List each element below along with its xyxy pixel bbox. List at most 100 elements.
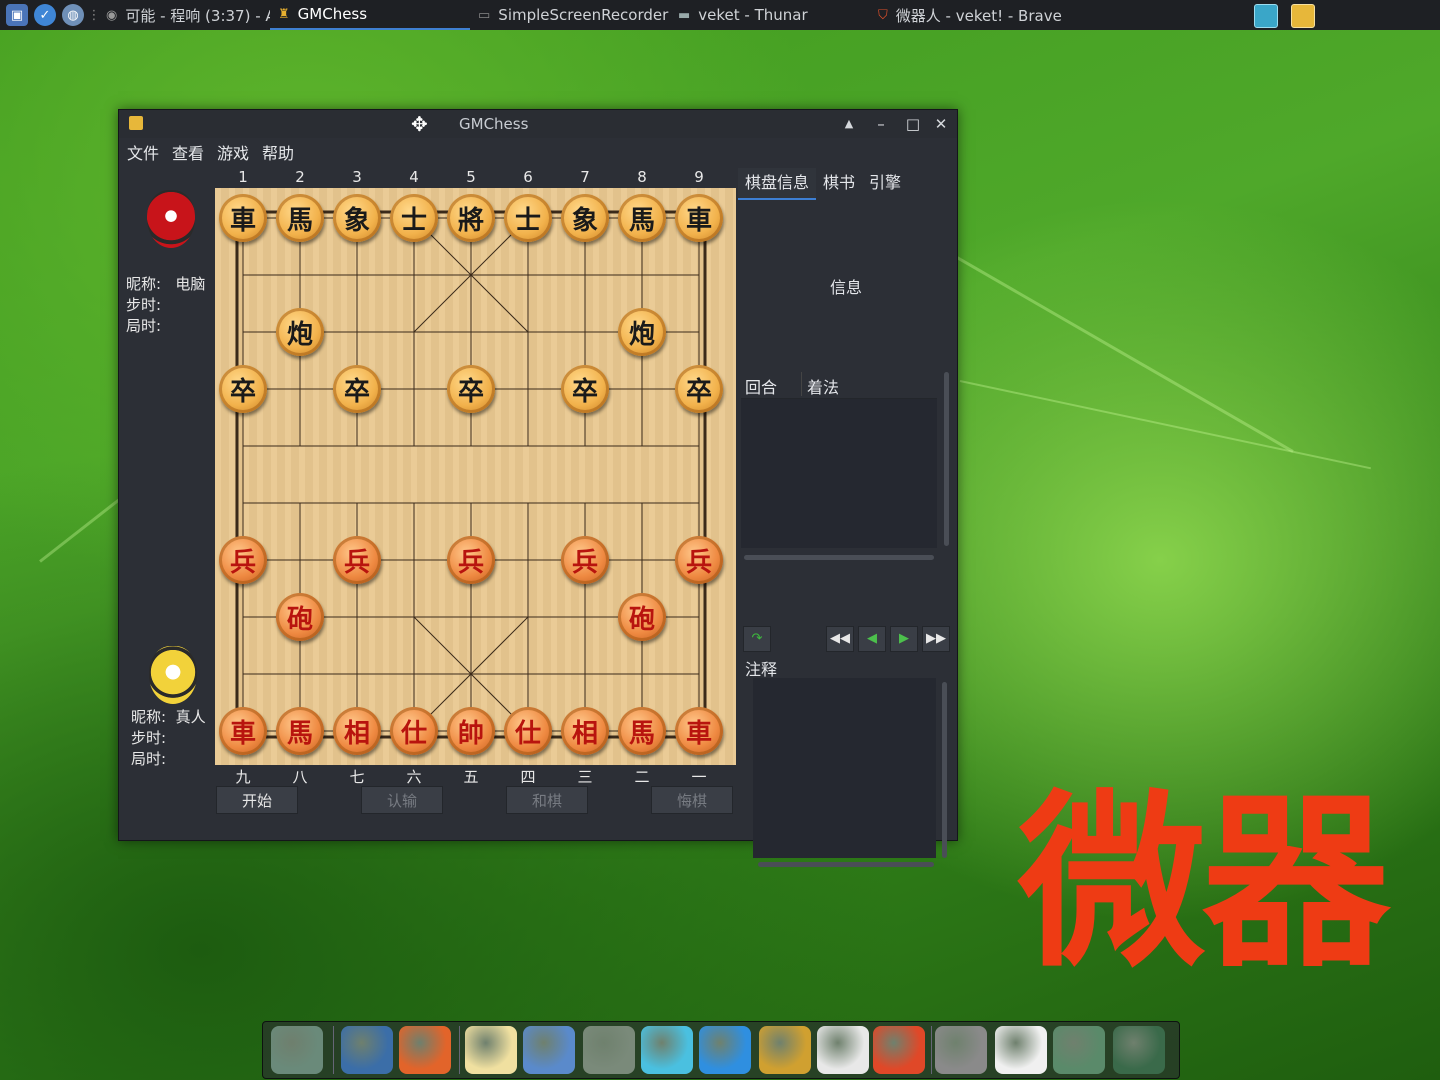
move-header[interactable]: 着法 bbox=[807, 374, 839, 398]
black-piece[interactable]: 卒 bbox=[333, 365, 381, 413]
black-piece[interactable]: 卒 bbox=[219, 365, 267, 413]
notes-scrollbar[interactable] bbox=[942, 682, 947, 858]
move-icon[interactable]: ✥ bbox=[411, 112, 428, 136]
black-piece[interactable]: 卒 bbox=[675, 365, 723, 413]
task-music[interactable]: ◉ 可能 - 程响 (3:37) - A··· bbox=[98, 0, 270, 30]
black-piece[interactable]: 馬 bbox=[276, 194, 324, 242]
screen-icon[interactable] bbox=[1254, 4, 1278, 28]
computer-icon[interactable] bbox=[341, 1026, 393, 1074]
menu-file[interactable]: 文件 bbox=[127, 140, 159, 164]
flip-button[interactable]: ↷ bbox=[743, 626, 771, 652]
round-header[interactable]: 回合 bbox=[745, 374, 777, 398]
next-move-button[interactable]: ▶ bbox=[890, 626, 918, 652]
red-piece[interactable]: 砲 bbox=[618, 593, 666, 641]
black-piece[interactable]: 車 bbox=[675, 194, 723, 242]
red-piece[interactable]: 兵 bbox=[561, 536, 609, 584]
black-piece[interactable]: 卒 bbox=[561, 365, 609, 413]
resign-button[interactable]: 认输 bbox=[361, 786, 443, 814]
first-move-button[interactable]: ◀◀ bbox=[826, 626, 854, 652]
red-piece[interactable]: 仕 bbox=[504, 707, 552, 755]
presentation-icon[interactable] bbox=[817, 1026, 869, 1074]
red-piece[interactable]: 兵 bbox=[447, 536, 495, 584]
globe-icon[interactable]: ◍ bbox=[62, 4, 84, 26]
red-piece[interactable]: 馬 bbox=[276, 707, 324, 755]
black-piece[interactable]: 士 bbox=[390, 194, 438, 242]
notes-area[interactable] bbox=[753, 678, 936, 858]
drive-icon[interactable] bbox=[935, 1026, 987, 1074]
task-thunar[interactable]: ▬ veket - Thunar bbox=[670, 0, 870, 30]
black-piece[interactable]: 車 bbox=[219, 194, 267, 242]
black-piece[interactable]: 將 bbox=[447, 194, 495, 242]
black-piece[interactable]: 炮 bbox=[618, 308, 666, 356]
rocket-icon[interactable] bbox=[873, 1026, 925, 1074]
black-piece[interactable]: 卒 bbox=[447, 365, 495, 413]
red-piece[interactable]: 帥 bbox=[447, 707, 495, 755]
red-piece[interactable]: 兵 bbox=[219, 536, 267, 584]
moves-list[interactable]: 回合 着法 bbox=[741, 368, 937, 548]
close-icon[interactable]: ✕ bbox=[931, 114, 951, 134]
black-piece[interactable]: 士 bbox=[504, 194, 552, 242]
task-recorder[interactable]: ▭ SimpleScreenRecorder bbox=[470, 0, 670, 30]
black-piece[interactable]: 象 bbox=[561, 194, 609, 242]
network-icon[interactable] bbox=[1053, 1026, 1105, 1074]
menu-game[interactable]: 游戏 bbox=[217, 140, 249, 164]
tab-board-info[interactable]: 棋盘信息 bbox=[738, 168, 817, 200]
red-piece[interactable]: 相 bbox=[333, 707, 381, 755]
red-piece[interactable]: 兵 bbox=[675, 536, 723, 584]
text-editor-icon[interactable] bbox=[465, 1026, 517, 1074]
maximize-icon[interactable]: □ bbox=[903, 114, 923, 134]
red-piece[interactable]: 車 bbox=[219, 707, 267, 755]
task-label: SimpleScreenRecorder bbox=[498, 6, 669, 24]
title-bar[interactable]: ✥ GMChess ▲ – □ ✕ bbox=[119, 110, 957, 138]
task-gmchess[interactable]: ♜ GMChess bbox=[270, 0, 470, 30]
brave-icon: ⛉ bbox=[878, 7, 888, 23]
red-piece[interactable]: 兵 bbox=[333, 536, 381, 584]
red-piece[interactable]: 仕 bbox=[390, 707, 438, 755]
step-time-label: 步时: bbox=[131, 729, 167, 747]
screenshot-icon[interactable]: ▣ bbox=[6, 4, 28, 26]
firefox-icon[interactable] bbox=[399, 1026, 451, 1074]
shade-icon[interactable]: ▲ bbox=[839, 114, 859, 134]
black-piece[interactable]: 炮 bbox=[276, 308, 324, 356]
prev-move-button[interactable]: ◀ bbox=[858, 626, 886, 652]
notes-hscrollbar[interactable] bbox=[758, 862, 934, 867]
media-player-icon[interactable] bbox=[699, 1026, 751, 1074]
board-grid bbox=[235, 210, 707, 739]
minimize-icon[interactable]: – bbox=[871, 114, 891, 134]
desktop-icon[interactable] bbox=[271, 1026, 323, 1074]
file-label: 3 bbox=[352, 168, 362, 186]
task-brave[interactable]: ⛉ 微器人 - veket! - Brave bbox=[870, 0, 1090, 30]
last-move-button[interactable]: ▶▶ bbox=[922, 626, 950, 652]
player-pane: 昵称: 电脑 步时: 局时: 昵称: 真人 步时: 局时: bbox=[119, 168, 214, 818]
settings-icon[interactable] bbox=[995, 1026, 1047, 1074]
draw-button[interactable]: 和棋 bbox=[506, 786, 588, 814]
file-label: 7 bbox=[580, 168, 590, 186]
menu-view[interactable]: 查看 bbox=[172, 140, 204, 164]
start-button[interactable]: 开始 bbox=[216, 786, 298, 814]
nick-label: 昵称: bbox=[131, 708, 167, 726]
red-piece[interactable]: 相 bbox=[561, 707, 609, 755]
black-piece[interactable]: 象 bbox=[333, 194, 381, 242]
atom-icon[interactable] bbox=[641, 1026, 693, 1074]
tab-book[interactable]: 棋书 bbox=[816, 168, 862, 198]
tab-engine[interactable]: 引擎 bbox=[862, 168, 908, 198]
file-manager-icon[interactable] bbox=[759, 1026, 811, 1074]
image-viewer-icon[interactable] bbox=[523, 1026, 575, 1074]
check-icon[interactable]: ✓ bbox=[34, 4, 56, 26]
red-piece[interactable]: 馬 bbox=[618, 707, 666, 755]
moves-hscrollbar[interactable] bbox=[744, 555, 934, 560]
nick-value: 电脑 bbox=[175, 275, 206, 293]
file-label: 三 bbox=[577, 768, 593, 786]
red-piece[interactable]: 車 bbox=[675, 707, 723, 755]
moves-scrollbar[interactable] bbox=[944, 372, 949, 546]
computer-info: 昵称: 电脑 步时: 局时: bbox=[126, 274, 205, 337]
human-info: 昵称: 真人 步时: 局时: bbox=[131, 707, 206, 770]
black-piece[interactable]: 馬 bbox=[618, 194, 666, 242]
camera-icon[interactable] bbox=[1113, 1026, 1165, 1074]
red-piece[interactable]: 砲 bbox=[276, 593, 324, 641]
chess-tray-icon[interactable] bbox=[1291, 4, 1315, 28]
menu-help[interactable]: 帮助 bbox=[262, 140, 294, 164]
undo-button[interactable]: 悔棋 bbox=[651, 786, 733, 814]
music-icon[interactable] bbox=[583, 1026, 635, 1074]
chess-board[interactable]: 車馬象士將士象馬車炮炮卒卒卒卒卒兵兵兵兵兵砲砲車馬相仕帥仕相馬車 bbox=[215, 188, 736, 765]
